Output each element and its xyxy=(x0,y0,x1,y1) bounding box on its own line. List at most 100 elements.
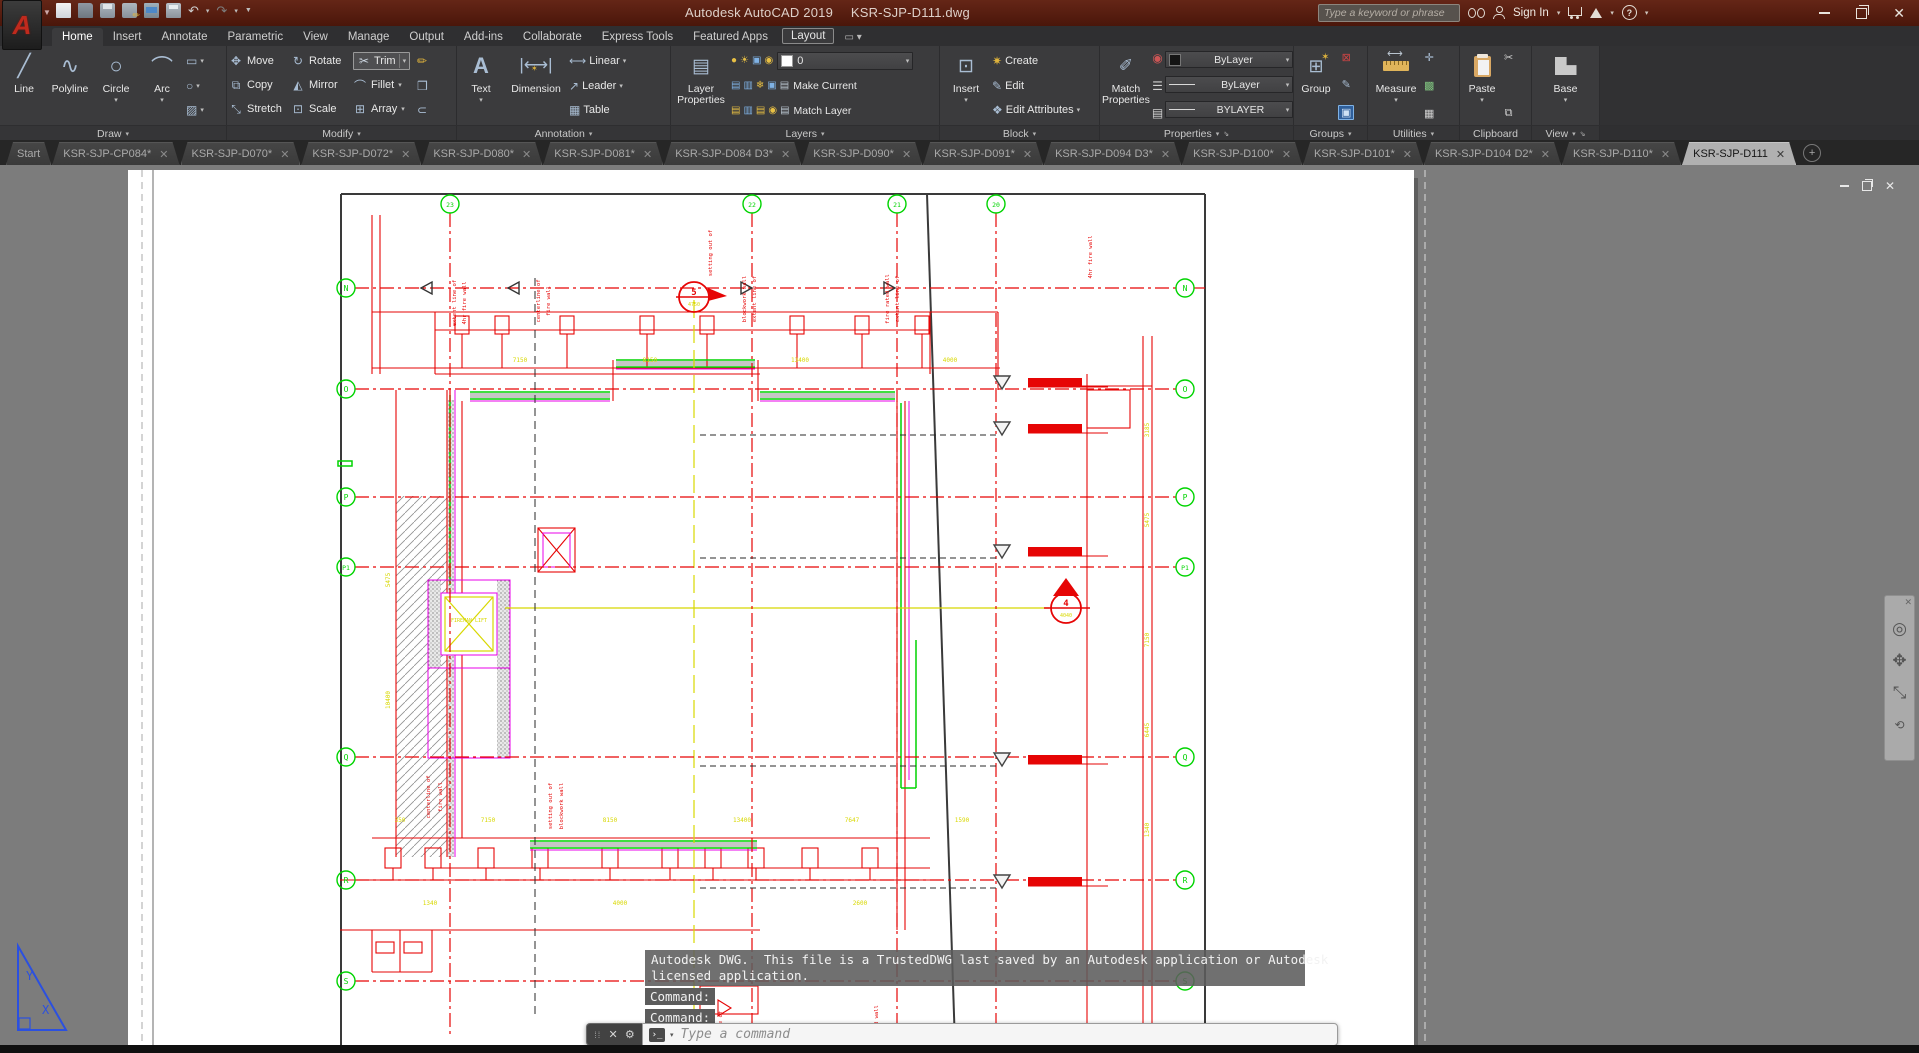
polyline-button[interactable]: ∿ Polyline xyxy=(48,49,92,122)
save-icon[interactable] xyxy=(100,3,115,18)
file-tab-ksr-sjp-d100-[interactable]: KSR-SJP-D100*✕ xyxy=(1182,142,1302,165)
panel-caption-groups[interactable]: Groups▾ xyxy=(1294,126,1368,141)
layer-thaw-icon[interactable]: ☀ xyxy=(740,55,749,66)
close-tab-icon[interactable]: ✕ xyxy=(280,148,289,161)
close-tab-icon[interactable]: ✕ xyxy=(401,148,410,161)
close-tab-icon[interactable]: ✕ xyxy=(1282,148,1291,161)
close-tab-icon[interactable]: ✕ xyxy=(1023,148,1032,161)
dimension-button[interactable]: |⟷| Dimension xyxy=(505,49,567,122)
arc-button[interactable]: ⌒ Arc▾ xyxy=(140,49,184,122)
panel-caption-block[interactable]: Block▾ xyxy=(940,126,1100,141)
trim-button[interactable]: ✂Trim▾ xyxy=(353,52,415,70)
quick-calc-icon[interactable]: ▩ xyxy=(1424,79,1434,92)
close-tab-icon[interactable]: ✕ xyxy=(159,148,168,161)
command-customize-icon[interactable]: ⚙ xyxy=(625,1028,635,1041)
close-tab-icon[interactable]: ✕ xyxy=(1161,148,1170,161)
file-tab-ksr-sjp-d080-[interactable]: KSR-SJP-D080*✕ xyxy=(422,142,542,165)
scale-button[interactable]: ⊡Scale xyxy=(291,102,353,116)
group-edit-icon[interactable]: ✎ xyxy=(1342,78,1351,91)
calculator-icon[interactable]: ▦ xyxy=(1424,107,1434,120)
file-tab-ksr-sjp-d090-[interactable]: KSR-SJP-D090*✕ xyxy=(802,142,922,165)
application-menu-caret-icon[interactable]: ▼ xyxy=(43,8,51,17)
file-tab-ksr-sjp-d110-[interactable]: KSR-SJP-D110*✕ xyxy=(1562,142,1681,165)
layer-tool-icon[interactable]: ▥ xyxy=(743,80,752,91)
panel-caption-annotation[interactable]: Annotation▾ xyxy=(457,126,671,141)
file-tab-ksr-sjp-d072-[interactable]: KSR-SJP-D072*✕ xyxy=(301,142,421,165)
recent-commands-caret-icon[interactable]: ▾ xyxy=(670,1031,674,1039)
leader-button[interactable]: ↗Leader▾ xyxy=(569,76,626,96)
rectangle-button[interactable]: ▭▾ xyxy=(186,51,204,71)
panel-caption-view[interactable]: View▾⇘ xyxy=(1532,126,1600,141)
file-tab-start[interactable]: Start xyxy=(6,142,51,165)
ribbon-tab-add-ins[interactable]: Add-ins xyxy=(454,28,513,46)
file-tab-ksr-sjp-d084-d3-[interactable]: KSR-SJP-D084 D3*✕ xyxy=(664,142,801,165)
ribbon-tab-annotate[interactable]: Annotate xyxy=(151,28,217,46)
help-icon[interactable]: ? xyxy=(1622,5,1637,20)
array-button[interactable]: ⊞Array▾ xyxy=(353,102,415,116)
text-button[interactable]: A Text▾ xyxy=(459,49,503,122)
move-button[interactable]: ✥Move xyxy=(229,54,291,68)
copy-button[interactable]: ⧉Copy xyxy=(229,78,291,93)
erase-button[interactable]: ✏ xyxy=(417,51,428,71)
layer-tool-icon[interactable]: ▤ xyxy=(731,105,740,116)
layer-properties-button[interactable]: ▤ LayerProperties xyxy=(673,49,729,122)
fillet-button[interactable]: ⌒Fillet▾ xyxy=(353,77,415,94)
ribbon-tab-featured-apps[interactable]: Featured Apps xyxy=(683,28,778,46)
close-tab-icon[interactable]: ✕ xyxy=(522,148,531,161)
lineweight-icon[interactable]: ☰ xyxy=(1152,79,1163,93)
search-input[interactable] xyxy=(1318,4,1460,22)
close-tab-icon[interactable]: ✕ xyxy=(1403,148,1412,161)
close-tab-icon[interactable]: ✕ xyxy=(643,148,652,161)
drawing-minimize-button[interactable] xyxy=(1840,185,1849,187)
layer-tool-icon[interactable]: ▤ xyxy=(731,80,740,91)
help-caret-icon[interactable]: ▾ xyxy=(1645,9,1649,17)
linear-button[interactable]: ⟷Linear▾ xyxy=(569,51,626,71)
layer-tool-icon[interactable]: ▥ xyxy=(743,105,752,116)
mirror-button[interactable]: ◭Mirror xyxy=(291,78,353,92)
panel-caption-layers[interactable]: Layers▾ xyxy=(671,126,940,141)
match-properties-button[interactable]: ✐ MatchProperties xyxy=(1102,49,1150,122)
insert-block-button[interactable]: ⊡ Insert▾ xyxy=(942,49,990,122)
object-color-dropdown[interactable]: ByLayer▾ xyxy=(1165,51,1293,68)
redo-icon[interactable]: ↷ xyxy=(216,3,227,18)
close-tab-icon[interactable]: ✕ xyxy=(1541,148,1550,161)
app-caret-icon[interactable]: ▾ xyxy=(1610,9,1614,17)
layer-on-icon[interactable]: ● xyxy=(731,55,737,66)
circle-button[interactable]: ○ Circle▾ xyxy=(94,49,138,122)
drawing-close-button[interactable]: ✕ xyxy=(1885,181,1895,191)
copy-clip-icon[interactable]: ⧉ xyxy=(1505,107,1513,120)
close-tab-icon[interactable]: ✕ xyxy=(1661,148,1670,161)
command-input[interactable] xyxy=(679,1026,1331,1043)
quick-select-icon[interactable]: ✛ xyxy=(1425,51,1434,64)
make-current-button[interactable]: Make Current xyxy=(793,80,857,92)
orbit-icon[interactable]: ⟲ xyxy=(1894,716,1904,734)
create-block-button[interactable]: ✷Create xyxy=(992,51,1080,71)
color-wheel-icon[interactable]: ◉ xyxy=(1152,51,1162,65)
stretch-button[interactable]: ⤡Stretch xyxy=(229,102,291,117)
panel-caption-modify[interactable]: Modify▾ xyxy=(227,126,457,141)
plot-icon[interactable] xyxy=(144,3,159,18)
qat-customize-icon[interactable]: ▼ xyxy=(245,7,252,14)
close-tab-icon[interactable]: ✕ xyxy=(902,148,911,161)
new-drawing-tab-button[interactable]: + xyxy=(1803,144,1821,162)
file-tab-ksr-sjp-d111[interactable]: KSR-SJP-D111✕ xyxy=(1682,142,1796,165)
zoom-icon[interactable]: ⤡ xyxy=(1893,684,1907,702)
print-icon[interactable] xyxy=(166,3,181,18)
ribbon-tab-manage[interactable]: Manage xyxy=(338,28,400,46)
drag-handle-icon[interactable]: ⁞⁞ xyxy=(594,1030,601,1040)
navbar-close-icon[interactable]: ✕ xyxy=(1904,598,1912,606)
lineweight-dropdown[interactable]: BYLAYER▾ xyxy=(1165,101,1293,118)
panel-caption-draw[interactable]: Draw▾ xyxy=(0,126,227,141)
edit-block-button[interactable]: ✎Edit xyxy=(992,76,1080,96)
measure-button[interactable]: Measure▾ xyxy=(1370,49,1422,122)
make-current-icon[interactable]: ▤ xyxy=(780,80,789,91)
file-tab-ksr-sjp-d081-[interactable]: KSR-SJP-D081*✕ xyxy=(543,142,663,165)
ribbon-tab-collaborate[interactable]: Collaborate xyxy=(513,28,592,46)
navigation-wheel-icon[interactable]: ◎ xyxy=(1892,620,1907,638)
layer-tool-icon[interactable]: ▤ xyxy=(756,105,765,116)
application-menu-button[interactable]: A xyxy=(2,0,42,50)
store-cart-icon[interactable] xyxy=(1568,7,1582,16)
redo-caret-icon[interactable]: ▾ xyxy=(234,7,238,15)
edit-attributes-button[interactable]: ❖Edit Attributes▾ xyxy=(992,100,1080,120)
cut-icon[interactable]: ✂ xyxy=(1504,51,1513,64)
